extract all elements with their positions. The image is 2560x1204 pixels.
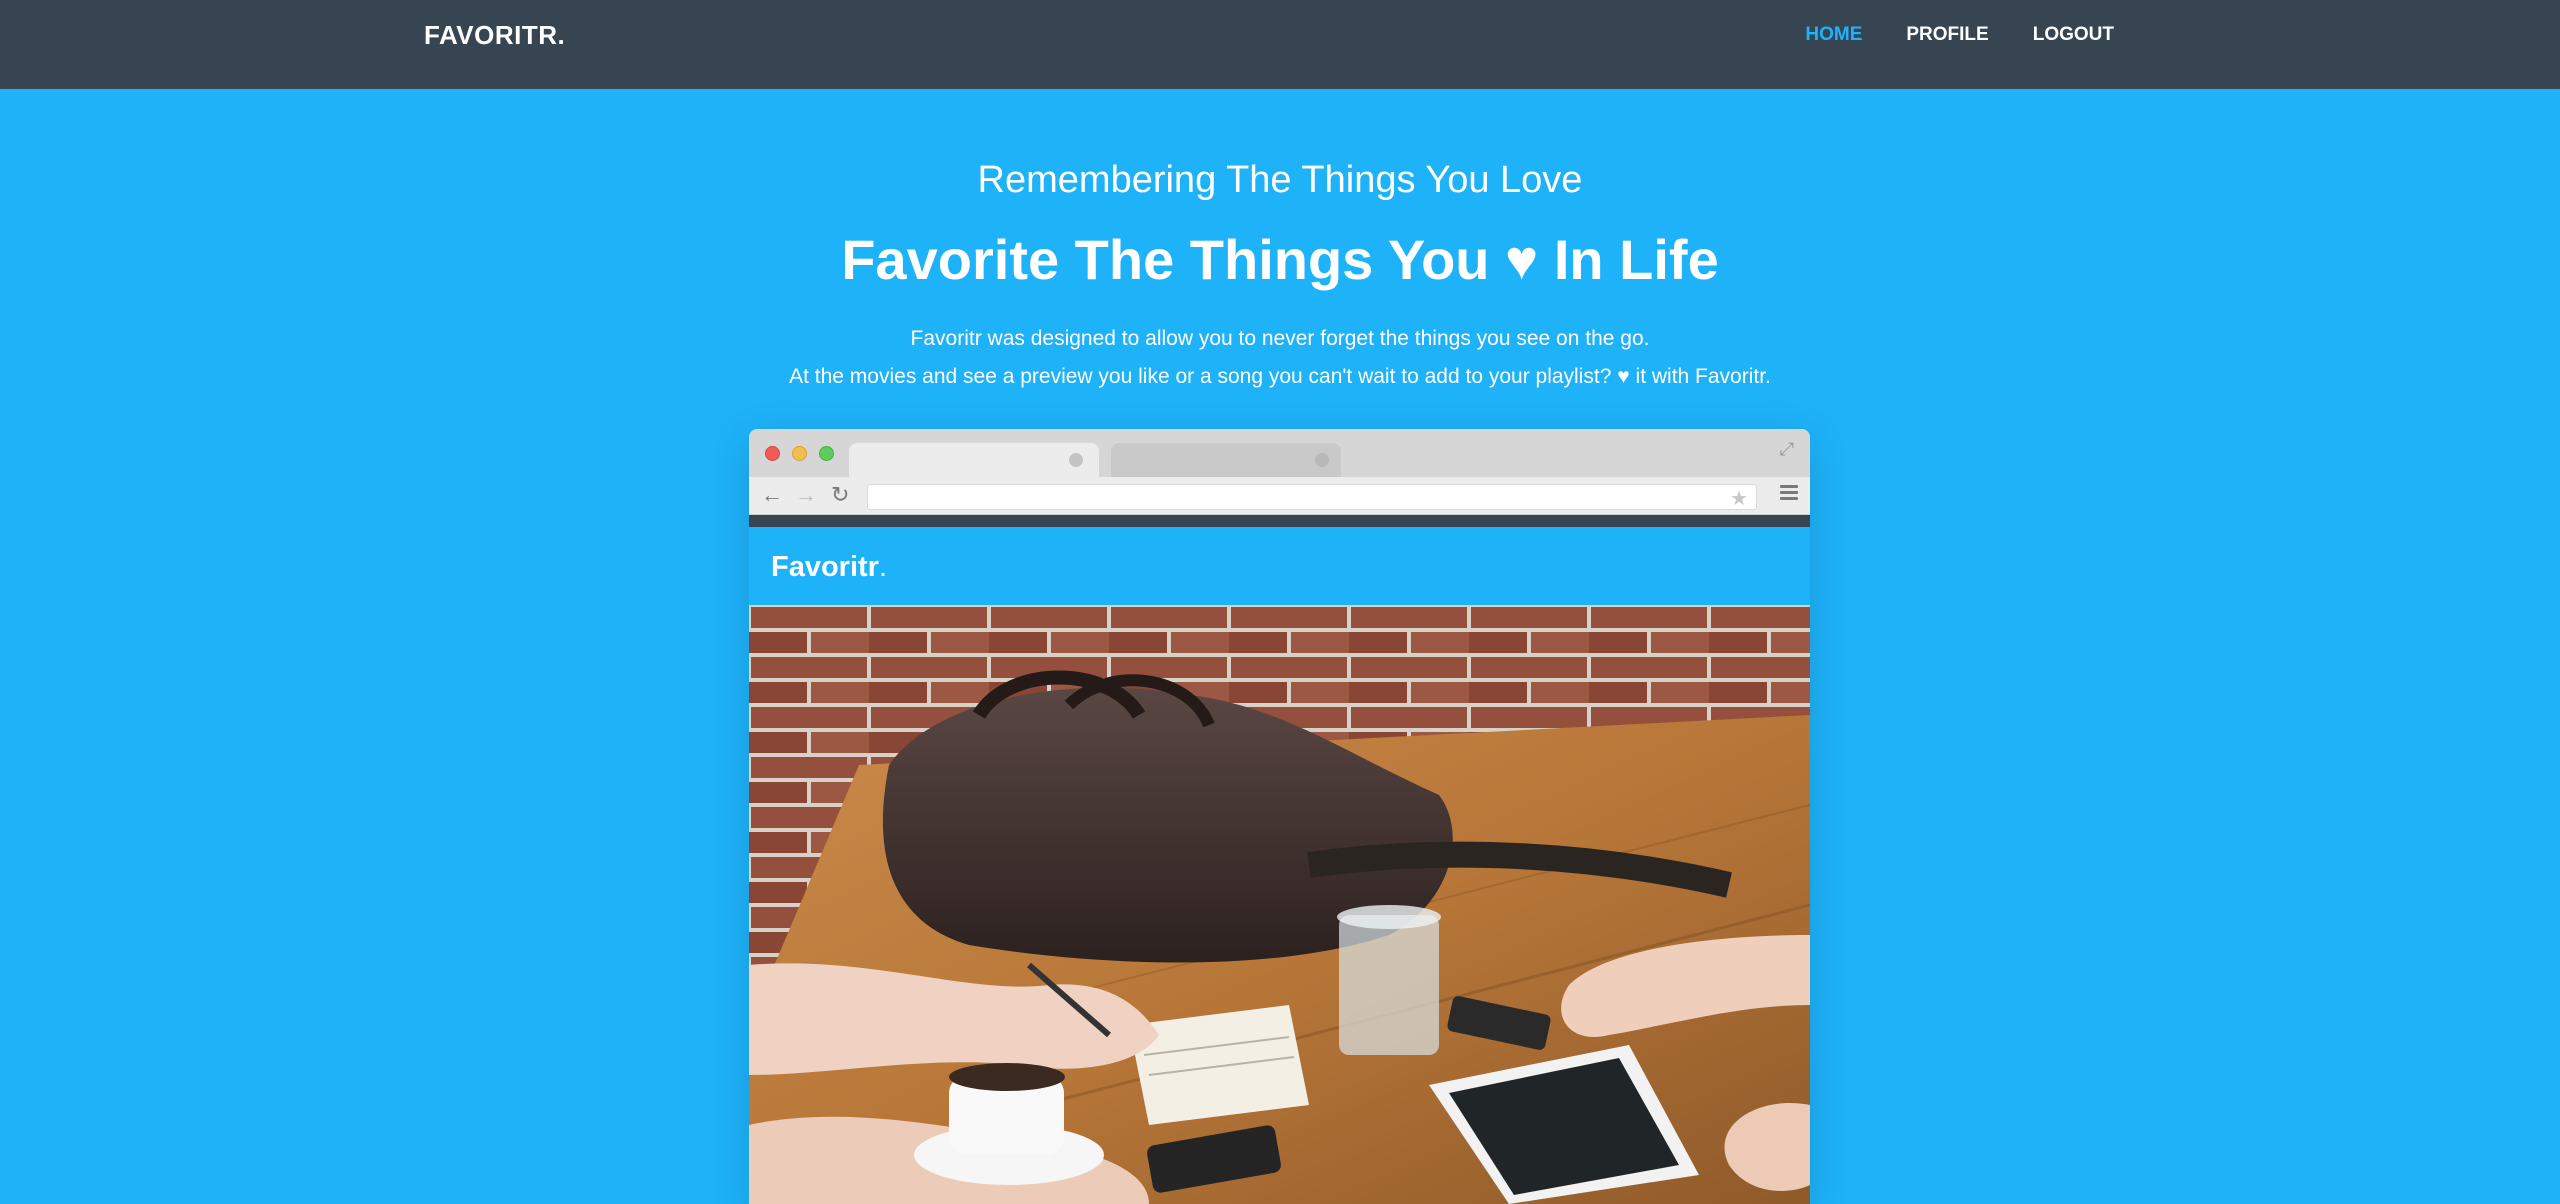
- minimize-dot-icon: [792, 446, 807, 461]
- close-dot-icon: [765, 446, 780, 461]
- hero-description-line1: Favoritr was designed to allow you to ne…: [910, 327, 1650, 350]
- mockup-top-strip: [749, 515, 1810, 527]
- reload-icon: ↻: [831, 482, 850, 507]
- nav-link-profile[interactable]: PROFILE: [1906, 24, 1988, 46]
- maximize-dot-icon: [819, 446, 834, 461]
- nav-links: HOME PROFILE LOGOUT: [1805, 24, 2114, 46]
- browser-address-bar: ★: [867, 484, 1757, 510]
- brand-logo[interactable]: FAVORITR.: [424, 20, 565, 51]
- arrow-right-icon: →: [795, 482, 817, 507]
- nav-link-logout[interactable]: LOGOUT: [2033, 24, 2114, 46]
- browser-tab-active: [849, 443, 1099, 477]
- browser-toolbar: ← → ↻ ★: [749, 477, 1810, 515]
- browser-titlebar: ⤢: [749, 429, 1810, 477]
- mockup-brand: Favoritr.: [771, 551, 887, 584]
- star-icon: ★: [1730, 488, 1748, 510]
- top-navbar: FAVORITR. HOME PROFILE LOGOUT: [0, 0, 2560, 89]
- browser-tab-inactive: [1111, 443, 1341, 477]
- photo-illustration: [749, 605, 1810, 1204]
- mockup-brand-text: Favoritr: [771, 551, 879, 583]
- mockup-brand-dot: .: [878, 551, 888, 583]
- menu-icon: [1780, 485, 1798, 501]
- browser-mockup: ⤢ ← → ↻ ★ Favoritr.: [749, 429, 1810, 1204]
- tab-close-icon: [1315, 453, 1329, 467]
- nav-link-home[interactable]: HOME: [1805, 24, 1862, 46]
- hero-description-line2: At the movies and see a preview you like…: [789, 365, 1771, 388]
- tab-close-icon: [1069, 453, 1083, 467]
- arrow-left-icon: ←: [761, 482, 783, 507]
- mockup-header: Favoritr.: [749, 527, 1810, 605]
- hero-subtitle: Remembering The Things You Love: [977, 159, 1583, 201]
- expand-icon: ⤢: [1779, 439, 1794, 459]
- hero-title: Favorite The Things You ♥ In Life: [841, 228, 1719, 291]
- hero-photo: [749, 605, 1810, 1204]
